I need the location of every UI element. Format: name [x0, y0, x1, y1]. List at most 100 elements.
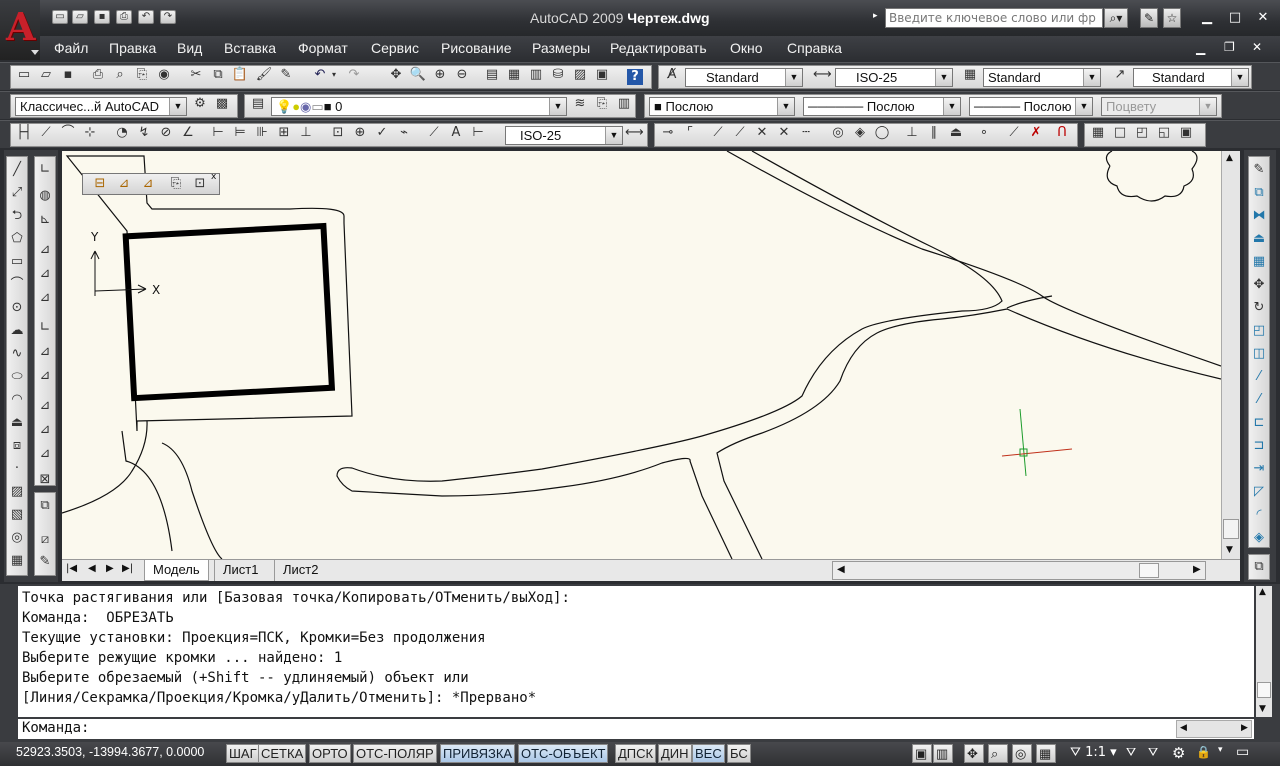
region-icon[interactable]: ◎: [8, 529, 26, 547]
layout-icon[interactable]: ▥: [933, 744, 953, 763]
pan-icon[interactable]: ✥: [387, 66, 405, 84]
draw-order-icon[interactable]: ⧉: [1250, 558, 1268, 576]
maximize-button[interactable]: □: [1226, 10, 1244, 26]
dim-check-v-icon[interactable]: ⊿: [36, 445, 54, 463]
eraser-icon[interactable]: ✎: [36, 553, 54, 571]
dim-break-icon[interactable]: ⊥: [297, 124, 315, 142]
single-viewport-icon[interactable]: □: [1111, 124, 1129, 142]
float-tool4-icon[interactable]: ⎘: [167, 175, 185, 193]
menu-dimension[interactable]: Размеры: [532, 40, 590, 56]
scroll-down-icon[interactable]: ▼: [1226, 545, 1233, 555]
undo-dropdown-icon[interactable]: ▾: [325, 66, 343, 84]
save-icon[interactable]: ▪: [59, 66, 77, 84]
qp-toggle[interactable]: БС: [727, 744, 751, 763]
tolerance-icon[interactable]: ⊡: [329, 124, 347, 142]
dim-linear-v-icon[interactable]: ∟: [36, 161, 54, 179]
snap-apparent-icon[interactable]: ✕: [775, 124, 793, 142]
annotation-autoscale-icon[interactable]: ⛛: [1148, 745, 1158, 760]
workspace-switch-icon[interactable]: ⚙: [1172, 744, 1185, 762]
table-style-icon[interactable]: ▦: [961, 66, 979, 84]
copy-modify-icon[interactable]: ⧉: [1250, 184, 1268, 202]
grid-toggle[interactable]: СЕТКА: [258, 744, 307, 763]
doc-close-icon[interactable]: ✕: [1252, 40, 1262, 54]
snap-extension-icon[interactable]: ┄: [797, 124, 815, 142]
redo-icon[interactable]: ↷: [345, 66, 363, 84]
dim-style-icon[interactable]: ⟷: [813, 66, 832, 84]
snap-node-icon[interactable]: ∘: [975, 124, 993, 142]
jogged-linear-icon[interactable]: ⌁: [395, 124, 413, 142]
menu-insert[interactable]: Вставка: [224, 40, 276, 56]
float-tool2-icon[interactable]: ⊿: [115, 175, 133, 193]
make-current-layer-icon[interactable]: ≋: [571, 95, 589, 113]
tab-last-icon[interactable]: ▶|: [122, 563, 133, 574]
gradient-icon[interactable]: ▧: [8, 506, 26, 524]
array-icon[interactable]: ▦: [1250, 253, 1268, 271]
mirror-icon[interactable]: ⧓: [1250, 207, 1268, 225]
lineweight-toggle[interactable]: ВЕС: [692, 744, 725, 763]
model-space-icon[interactable]: ▣: [912, 744, 932, 763]
layer-states-icon[interactable]: ▥: [615, 95, 633, 113]
viewports-dialog-icon[interactable]: ▦: [1089, 124, 1107, 142]
annotation-scale[interactable]: ⛛ 1:1 ▾: [1070, 745, 1117, 760]
scroll-up-icon[interactable]: ▲: [1226, 153, 1233, 163]
rotate-icon[interactable]: ↻: [1250, 299, 1268, 317]
dim-continue-v-icon[interactable]: ⊿: [36, 343, 54, 361]
menu-draw[interactable]: Рисование: [441, 40, 512, 56]
workspace-combo[interactable]: Классичес...й AutoCAD ▼: [15, 97, 187, 116]
ellipse-icon[interactable]: ⬭: [8, 368, 26, 386]
print-icon[interactable]: ⎙: [116, 10, 132, 24]
ellipse-arc-icon[interactable]: ◠: [8, 391, 26, 409]
drawing-area[interactable]: Y X ⊟ ⊿ ⊿ ⎘ ⊡ x: [62, 151, 1221, 559]
text-style-combo[interactable]: Standard ▼: [685, 68, 803, 87]
chamfer-icon[interactable]: ◸: [1250, 483, 1268, 501]
dim-style-manager-icon[interactable]: ⟷: [625, 124, 644, 142]
aligned-dim-icon[interactable]: ⟋: [37, 124, 55, 142]
zoom-previous-icon[interactable]: ⊖: [453, 66, 471, 84]
baseline-dim-icon[interactable]: ⊨: [231, 124, 249, 142]
zoom-window-icon[interactable]: ⊕: [431, 66, 449, 84]
showmotion-icon[interactable]: ▦: [1036, 744, 1056, 763]
radius-dim-icon[interactable]: ◔: [113, 124, 131, 142]
linear-dim-icon[interactable]: ├┤: [15, 124, 33, 142]
continue-dim-icon[interactable]: ⊪: [253, 124, 271, 142]
join-icon[interactable]: ⇥: [1250, 460, 1268, 478]
copy-object-icon[interactable]: ⧉: [36, 497, 54, 515]
tab-prev-icon[interactable]: ◀: [88, 563, 96, 574]
vertical-scroll-thumb[interactable]: [1223, 519, 1239, 539]
dim-text-edit-icon[interactable]: A: [447, 124, 465, 142]
open-icon[interactable]: ▱: [37, 66, 55, 84]
command-input[interactable]: Команда:: [18, 719, 1254, 739]
clip-viewport-icon[interactable]: ▣: [1177, 124, 1195, 142]
arc-length-icon[interactable]: ⌒: [59, 124, 77, 142]
cmd-scroll-thumb[interactable]: [1257, 682, 1271, 698]
layer-combo[interactable]: 💡●◉▭■ 0 ▼: [271, 97, 567, 116]
redo-icon[interactable]: ↷: [160, 10, 176, 24]
snap-none-icon[interactable]: ✗: [1027, 124, 1045, 142]
search-expand-icon[interactable]: ▸: [873, 11, 878, 21]
menu-window[interactable]: Окно: [730, 40, 763, 56]
clean-screen-icon[interactable]: ▭: [1236, 744, 1249, 760]
snap-toggle[interactable]: ШАГ: [226, 744, 260, 763]
edit-attribute-icon[interactable]: ⧄: [36, 531, 54, 549]
tab-layout1[interactable]: Лист1: [214, 560, 266, 581]
dim-radius-v-icon[interactable]: ⊿: [36, 265, 54, 283]
construction-line-icon[interactable]: ⤢: [8, 184, 26, 202]
polygonal-viewport-icon[interactable]: ◰: [1133, 124, 1151, 142]
tab-next-icon[interactable]: ▶: [106, 563, 114, 574]
coordinates-display[interactable]: 52923.3503, -13994.3677, 0.0000: [16, 745, 204, 759]
annotation-visibility-icon[interactable]: ⛛: [1126, 745, 1136, 760]
osnap-toggle[interactable]: ПРИВЯЗКА: [440, 744, 516, 763]
polygon-icon[interactable]: ⬠: [8, 230, 26, 248]
convert-viewport-icon[interactable]: ◱: [1155, 124, 1173, 142]
arc-icon[interactable]: ⌒: [8, 276, 26, 294]
float-tool5-icon[interactable]: ⊡: [191, 175, 209, 193]
sheet-set-icon[interactable]: ⛁: [549, 66, 567, 84]
break-at-point-icon[interactable]: ⊏: [1250, 414, 1268, 432]
osnap-settings-icon[interactable]: Ո: [1053, 124, 1071, 142]
search-input[interactable]: Введите ключевое слово или фр: [885, 8, 1103, 28]
menu-tools[interactable]: Сервис: [371, 40, 419, 56]
hscroll-left-icon[interactable]: ◀: [837, 564, 845, 575]
paste-icon[interactable]: 📋: [231, 66, 249, 84]
dim-space-icon[interactable]: ⊞: [275, 124, 293, 142]
snap-center-icon[interactable]: ◎: [829, 124, 847, 142]
